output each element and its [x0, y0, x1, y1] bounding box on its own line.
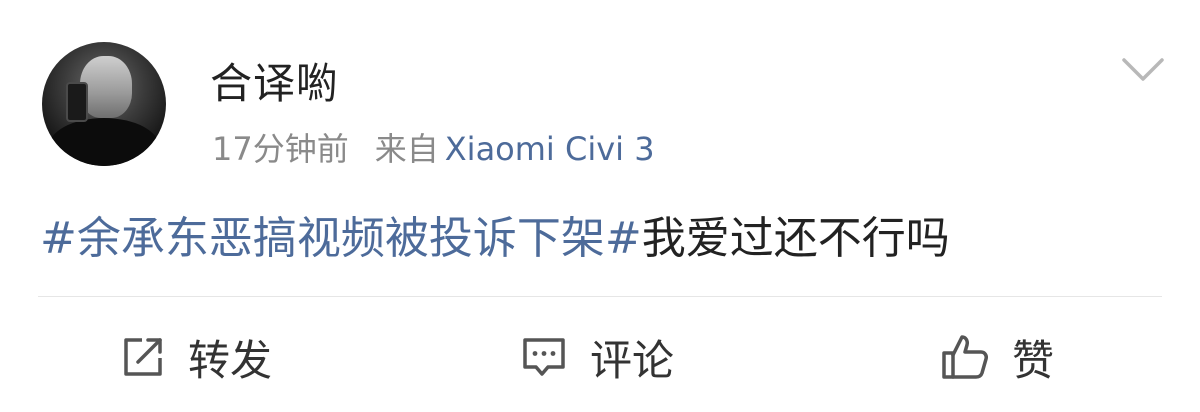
repost-label: 转发 — [188, 335, 273, 385]
action-bar: 转发 评论 赞 — [0, 322, 1200, 392]
like-label: 赞 — [1012, 335, 1055, 385]
post-content: #余承东恶搞视频被投诉下架#我爱过还不行吗 — [40, 202, 950, 266]
post-text: 我爱过还不行吗 — [641, 213, 950, 264]
username[interactable]: 合译喲 — [210, 50, 339, 111]
repost-button[interactable]: 转发 — [120, 322, 272, 392]
weibo-post: 合译喲 17分钟前 来自 Xiaomi Civi 3 #余承东恶搞视频被投诉下架#我… — [0, 0, 1200, 412]
thumbs-up-icon — [942, 335, 988, 379]
comment-icon — [523, 338, 565, 376]
device-name[interactable]: Xiaomi Civi 3 — [445, 130, 655, 168]
source-label: 来自 — [374, 130, 439, 168]
comment-label: 评论 — [590, 335, 675, 385]
chevron-down-icon[interactable] — [1120, 52, 1166, 86]
post-time: 17分钟前 — [212, 130, 349, 168]
share-icon — [124, 338, 162, 376]
comment-button[interactable]: 评论 — [520, 322, 674, 392]
divider — [38, 296, 1162, 297]
topic-link[interactable]: #余承东恶搞视频被投诉下架# — [40, 213, 642, 264]
post-meta: 17分钟前 来自 Xiaomi Civi 3 — [212, 124, 655, 170]
avatar[interactable] — [42, 42, 166, 166]
like-button[interactable]: 赞 — [940, 322, 1054, 392]
